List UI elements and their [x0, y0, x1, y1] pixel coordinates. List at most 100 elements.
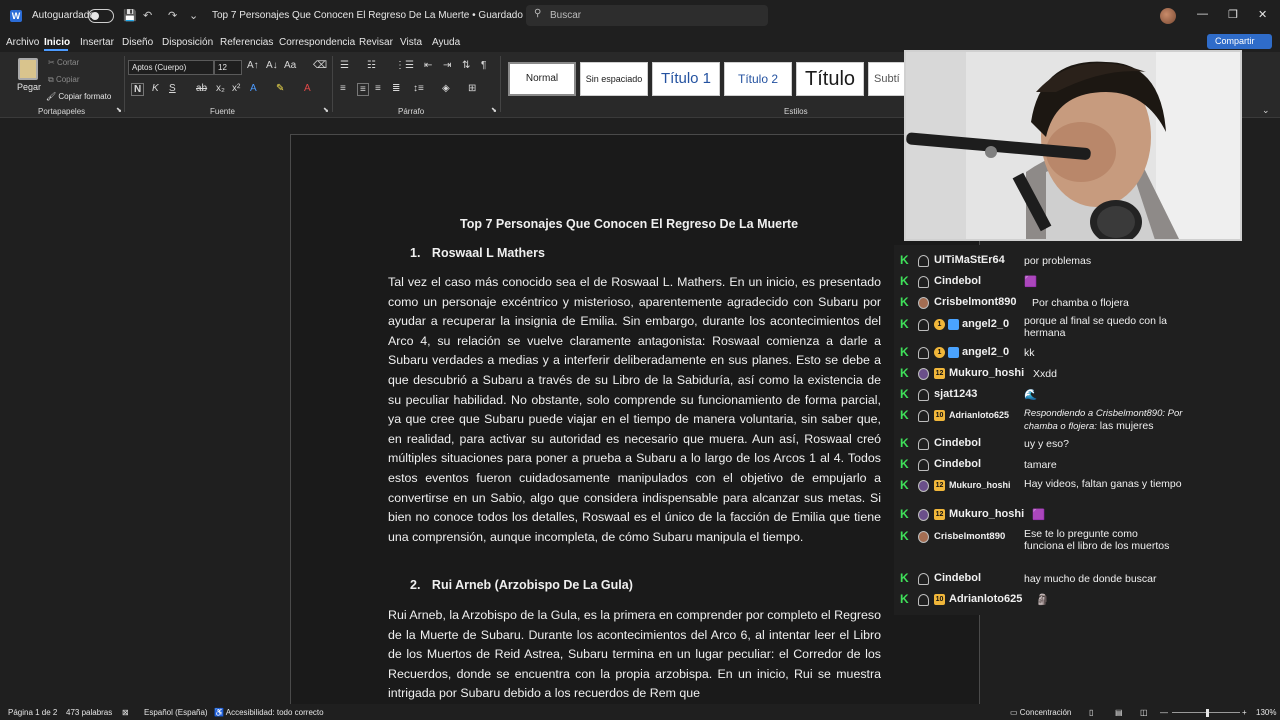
customize-toolbar-icon[interactable]: ⌄ — [189, 9, 198, 22]
accessibility-status[interactable]: ♿ Accesibilidad: todo correcto — [214, 708, 324, 717]
increase-indent-icon[interactable]: ⇥ — [443, 60, 451, 71]
chat-username[interactable]: angel2_0 — [962, 318, 1009, 330]
paste-button[interactable]: Pegar — [17, 82, 41, 92]
font-name-select[interactable]: Aptos (Cuerpo) — [128, 60, 214, 75]
chat-username[interactable]: sjat1243 — [934, 388, 977, 400]
style-no-spacing[interactable]: Sin espaciado — [580, 62, 648, 96]
tab-vista[interactable]: Vista — [400, 37, 422, 48]
align-right-icon[interactable]: ≡ — [375, 83, 381, 94]
focus-mode-button[interactable]: ▭ Concentración — [1010, 708, 1071, 717]
chat-username[interactable]: Crisbelmont890 — [934, 531, 1005, 542]
ribbon-tabs: Archivo Inicio Insertar Diseño Disposici… — [0, 32, 1280, 52]
tab-correspondencia[interactable]: Correspondencia — [279, 37, 355, 48]
cut-button[interactable]: ✂ Cortar — [48, 58, 79, 67]
user-avatar[interactable] — [1160, 8, 1176, 24]
shrink-font-icon[interactable]: A↓ — [266, 60, 278, 71]
bold-icon[interactable]: N — [131, 83, 145, 96]
shading-icon[interactable]: ◈ — [442, 83, 450, 94]
undo-icon[interactable]: ↶ — [143, 9, 152, 22]
change-case-icon[interactable]: Aa — [284, 60, 296, 71]
tab-archivo[interactable]: Archivo — [6, 37, 39, 48]
clear-format-icon[interactable]: ⌫ — [313, 60, 327, 71]
search-input[interactable]: ⚲ Buscar — [526, 5, 768, 26]
restore-button[interactable]: ❐ — [1228, 8, 1238, 21]
numbering-icon[interactable]: ☷ — [367, 60, 376, 71]
bullets-icon[interactable]: ☰ — [340, 60, 349, 71]
chat-username[interactable]: Mukuro_hoshi — [949, 508, 1024, 520]
clipboard-launcher-icon[interactable]: ⬊ — [116, 106, 122, 114]
align-center-icon[interactable]: ≡ — [357, 83, 369, 96]
zoom-out-icon[interactable]: — — [1160, 708, 1168, 717]
share-button[interactable]: Compartir — [1207, 34, 1272, 49]
print-layout-icon[interactable]: ▤ — [1115, 708, 1123, 717]
language-status[interactable]: Español (España) — [144, 708, 208, 717]
zoom-slider-thumb[interactable] — [1206, 709, 1209, 717]
show-marks-icon[interactable]: ¶ — [481, 60, 486, 71]
chat-username[interactable]: UlTiMaStEr64 — [934, 254, 1005, 266]
superscript-icon[interactable]: x² — [232, 83, 240, 94]
chat-username[interactable]: Crisbelmont890 — [934, 296, 1017, 308]
save-icon[interactable]: 💾 — [123, 9, 137, 22]
strikethrough-icon[interactable]: ab — [196, 83, 207, 94]
user-icon — [918, 255, 929, 267]
grow-font-icon[interactable]: A↑ — [247, 60, 259, 71]
clipboard-icon[interactable] — [18, 58, 38, 80]
italic-icon[interactable]: K — [152, 83, 159, 94]
align-left-icon[interactable]: ≡ — [340, 83, 346, 94]
multilevel-list-icon[interactable]: ⋮☰ — [395, 60, 414, 71]
redo-icon[interactable]: ↷ — [168, 9, 177, 22]
chat-username[interactable]: Cindebol — [934, 572, 981, 584]
highlight-icon[interactable]: ✎ — [276, 83, 284, 94]
justify-icon[interactable]: ≣ — [392, 83, 400, 94]
autosave-label: Autoguardado — [32, 10, 95, 21]
tab-diseno[interactable]: Diseño — [122, 37, 153, 48]
tab-revisar[interactable]: Revisar — [359, 37, 393, 48]
tab-ayuda[interactable]: Ayuda — [432, 37, 460, 48]
chat-username[interactable]: Cindebol — [934, 458, 981, 470]
copy-button[interactable]: ⧉ Copiar — [48, 75, 80, 85]
subscript-icon[interactable]: x₂ — [216, 83, 225, 94]
document-title[interactable]: Top 7 Personajes Que Conocen El Regreso … — [212, 10, 534, 21]
style-title[interactable]: Título — [796, 62, 864, 96]
read-mode-icon[interactable]: ▯ — [1089, 708, 1093, 717]
chat-username[interactable]: Cindebol — [934, 275, 981, 287]
style-subtitle[interactable]: Subtí — [868, 62, 904, 96]
chat-username[interactable]: Mukuro_hoshi — [949, 480, 1011, 490]
paragraph-launcher-icon[interactable]: ⬊ — [491, 106, 497, 114]
style-heading-2[interactable]: Título 2 — [724, 62, 792, 96]
tab-insertar[interactable]: Insertar — [80, 37, 114, 48]
font-size-select[interactable]: 12 — [214, 60, 242, 75]
chat-reply: Respondiendo a Crisbelmont890: Por chamb… — [1024, 407, 1184, 433]
chat-username[interactable]: Adrianloto625 — [949, 410, 1009, 420]
ribbon-collapse-icon[interactable]: ⌄ — [1262, 105, 1270, 116]
tab-inicio[interactable]: Inicio — [44, 37, 70, 48]
underline-icon[interactable]: S — [169, 83, 176, 94]
word-count[interactable]: 473 palabras — [66, 708, 112, 717]
chat-username[interactable]: Adrianloto625 — [949, 593, 1022, 605]
font-color-icon[interactable]: A — [304, 83, 311, 94]
font-launcher-icon[interactable]: ⬊ — [323, 106, 329, 114]
line-spacing-icon[interactable]: ↕≡ — [413, 83, 424, 94]
style-heading-1[interactable]: Título 1 — [652, 62, 720, 96]
tab-referencias[interactable]: Referencias — [220, 37, 273, 48]
chat-username[interactable]: Cindebol — [934, 437, 981, 449]
zoom-level[interactable]: 130% — [1256, 708, 1276, 717]
minimize-button[interactable]: — — [1197, 8, 1208, 20]
proofing-icon[interactable]: ⊠ — [122, 708, 129, 717]
page-count[interactable]: Página 1 de 2 — [8, 708, 57, 717]
zoom-in-icon[interactable]: + — [1242, 708, 1247, 717]
autosave-toggle[interactable] — [88, 9, 114, 23]
close-button[interactable]: ✕ — [1258, 8, 1267, 21]
chat-username[interactable]: Mukuro_hoshi — [949, 367, 1024, 379]
format-painter-button[interactable]: 🖌 Copiar formato — [46, 92, 111, 101]
web-layout-icon[interactable]: ◫ — [1140, 708, 1148, 717]
kick-icon: K — [900, 274, 909, 288]
chat-username[interactable]: angel2_0 — [962, 346, 1009, 358]
decrease-indent-icon[interactable]: ⇤ — [424, 60, 432, 71]
sort-icon[interactable]: ⇅ — [462, 60, 470, 71]
tab-disposicion[interactable]: Disposición — [162, 37, 213, 48]
text-effects-icon[interactable]: A — [250, 83, 257, 94]
style-normal[interactable]: Normal — [508, 62, 576, 96]
chat-text: Por chamba o flojera — [1032, 297, 1129, 309]
borders-icon[interactable]: ⊞ — [468, 83, 476, 94]
